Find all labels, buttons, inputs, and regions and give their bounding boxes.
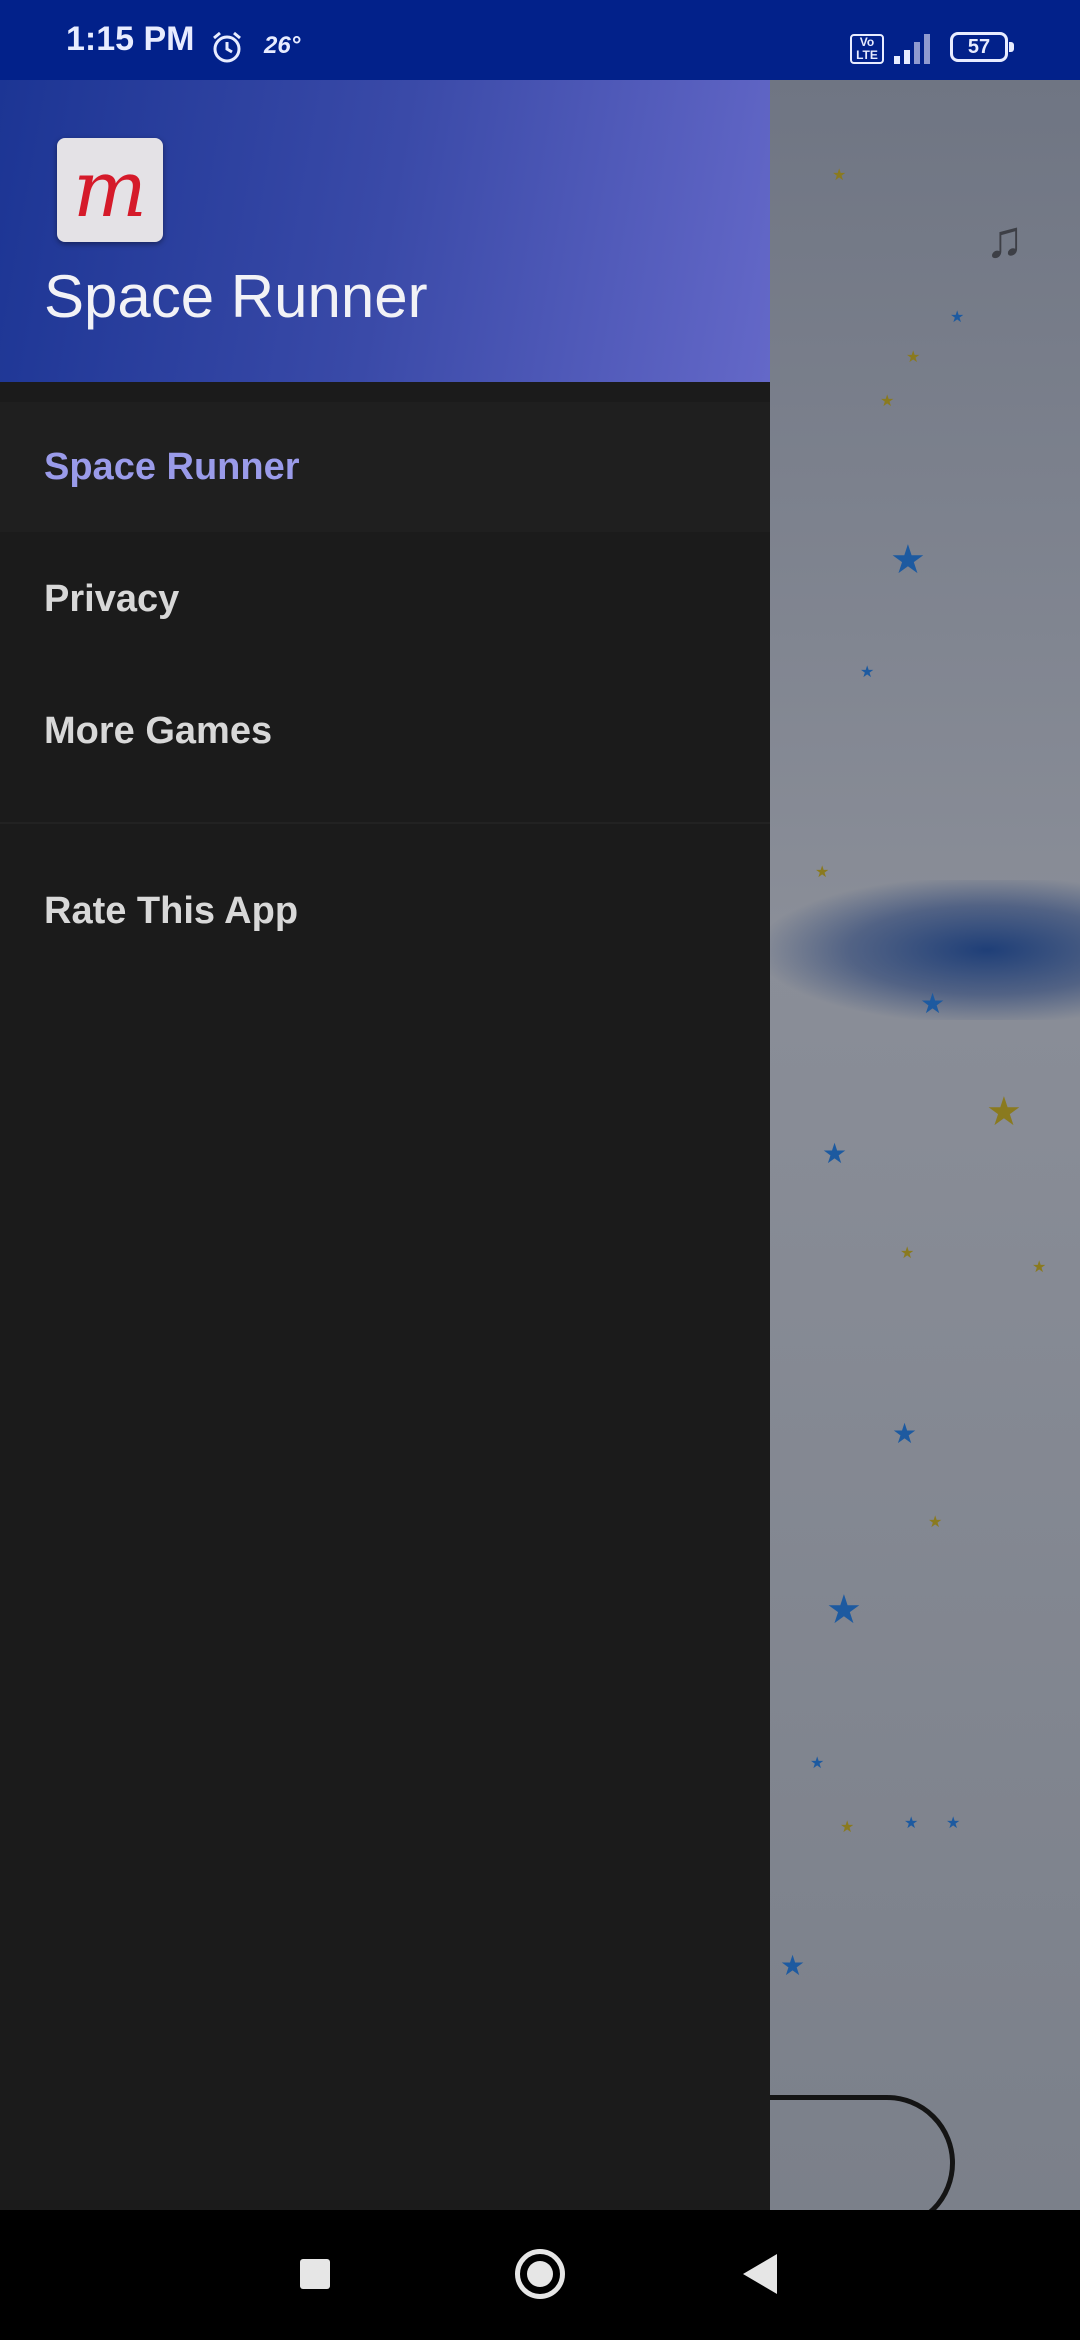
star-decoration: ★ [815,864,830,881]
menu-item-label: Space Runner [44,445,300,488]
battery-icon: 57 [950,32,1014,62]
music-note-icon[interactable]: ♫ [985,210,1024,270]
star-decoration: ★ [946,1815,961,1832]
star-decoration: ★ [810,1755,825,1772]
star-decoration: ★ [904,1815,919,1832]
menu-item-label: Privacy [44,577,180,620]
signal-icon [894,34,930,64]
menu-divider [0,822,770,824]
menu-item-label: More Games [44,709,273,752]
volte-icon: Vo LTE [850,34,884,64]
menu-item-more-games[interactable]: More Games [0,666,770,796]
star-decoration: ★ [860,664,875,681]
star-decoration: ★ [780,1950,806,1981]
star-decoration: ★ [840,1819,855,1836]
temperature: 26° [264,32,301,59]
menu-item-privacy[interactable]: Privacy [0,534,770,664]
drawer-header: m Space Runner [0,80,770,382]
star-decoration: ★ [880,393,895,410]
star-decoration: ★ [928,1514,943,1531]
menu-item-rate-this-app[interactable]: Rate This App [0,846,770,976]
recents-square-icon[interactable] [300,2259,330,2289]
app-logo: m [57,138,163,242]
menu-item-space-runner[interactable]: Space Runner [0,402,770,532]
star-decoration: ★ [950,309,965,326]
star-decoration: ★ [920,988,946,1019]
star-decoration: ★ [892,1418,918,1449]
star-decoration: ★ [906,349,921,366]
star-decoration: ★ [890,538,926,582]
alarm-icon [213,31,241,63]
status-bar: 1:15 PM 26° Vo LTE 57 [0,0,1080,80]
status-time: 1:15 PM [66,20,195,58]
star-decoration: ★ [986,1090,1022,1134]
star-decoration: ★ [832,167,847,184]
star-decoration: ★ [1032,1259,1047,1276]
drawer-app-title: Space Runner [44,263,428,330]
star-decoration: ★ [900,1245,915,1262]
star-decoration: ★ [822,1138,848,1169]
back-triangle-icon[interactable] [743,2254,777,2294]
star-decoration: ★ [826,1588,862,1632]
menu-item-label: Rate This App [44,889,299,932]
home-circle-icon[interactable] [515,2249,565,2299]
navigation-drawer: m Space Runner Space Runner Privacy More… [0,80,770,2210]
